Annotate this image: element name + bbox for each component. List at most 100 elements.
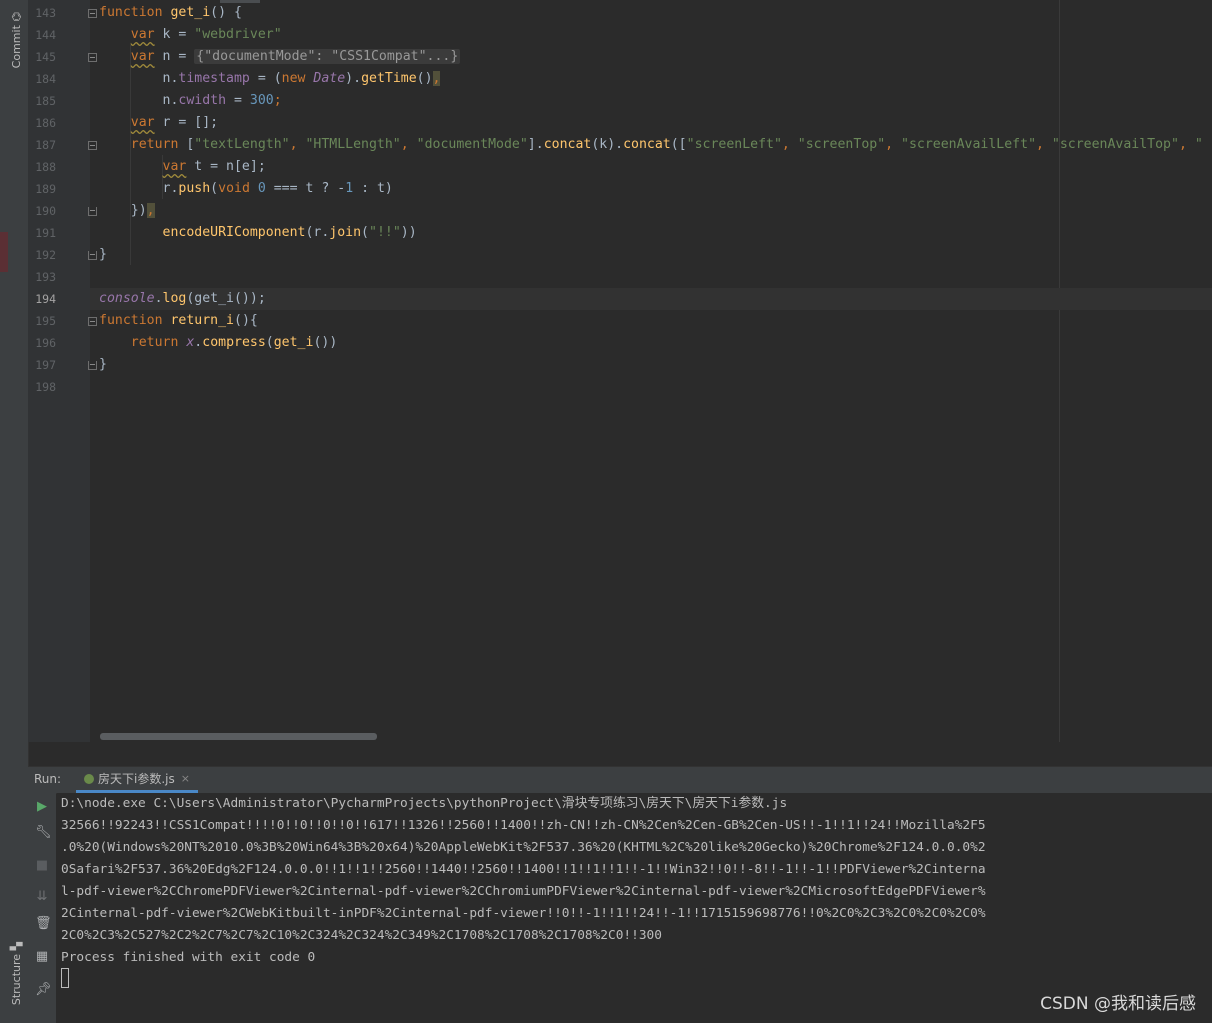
- layout-icon[interactable]: ▦: [35, 950, 49, 964]
- code-token: var: [130, 49, 155, 64]
- code-token: "screenLeft": [686, 137, 782, 152]
- console-line: 0Safari%2F537.36%20Edg%2F124.0.0.0!!1!!1…: [61, 862, 986, 877]
- console-line: D:\node.exe C:\Users\Administrator\Pycha…: [61, 796, 788, 811]
- code-token: ()): [313, 335, 338, 350]
- line-number: 186: [35, 116, 56, 130]
- left-edge-strip: [0, 0, 8, 1023]
- code-token: }: [99, 247, 107, 262]
- code-token: Date: [313, 71, 346, 86]
- code-line[interactable]: console.log(get_i());: [90, 288, 1212, 310]
- code-line[interactable]: n.timestamp = (new Date).getTime(),: [90, 68, 1212, 90]
- code-line[interactable]: n.cwidth = 300;: [90, 90, 1212, 112]
- code-token: console: [99, 291, 155, 306]
- code-token: {"documentMode": "CSS1Compat"...}: [194, 49, 461, 64]
- code-token: function: [99, 5, 171, 20]
- code-token: "HTMLLength": [305, 137, 401, 152]
- code-line[interactable]: [90, 376, 1212, 398]
- fold-marker-icon[interactable]: [88, 9, 97, 18]
- commit-tab[interactable]: Commit ⌬: [10, 12, 23, 68]
- trash-icon[interactable]: 🗑︎: [35, 917, 52, 931]
- code-line[interactable]: var n = {"documentMode": "CSS1Compat"...…: [90, 46, 1212, 68]
- code-editor[interactable]: function get_i() { var k = "webdriver" v…: [90, 0, 1212, 742]
- code-token: = (: [249, 71, 282, 86]
- fold-marker-icon[interactable]: [88, 141, 97, 150]
- code-token: ].: [527, 137, 544, 152]
- code-token: (r.: [305, 225, 330, 240]
- fold-marker-icon[interactable]: [88, 361, 97, 370]
- code-line[interactable]: }),: [90, 200, 1212, 222]
- code-token: concat: [623, 137, 671, 152]
- fold-marker-icon[interactable]: [88, 207, 97, 216]
- code-token: compress: [202, 335, 266, 350]
- commit-tab-label: Commit: [10, 25, 23, 69]
- code-token: ": [1194, 137, 1203, 152]
- watermark: CSDN @我和读后感: [1040, 994, 1196, 1014]
- code-token: "documentMode": [416, 137, 528, 152]
- code-line[interactable]: function get_i() {: [90, 2, 1212, 24]
- structure-tab[interactable]: Structure ▚: [10, 942, 23, 1005]
- fold-marker-icon[interactable]: [88, 251, 97, 260]
- code-token: concat: [543, 137, 592, 152]
- console-line: .0%20(Windows%20NT%2010.0%3B%20Win64%3B%…: [61, 840, 986, 855]
- line-number: 194: [35, 292, 56, 306]
- code-line[interactable]: encodeURIComponent(r.join("!!")): [90, 222, 1212, 244]
- code-token: )): [400, 225, 417, 240]
- line-number: 145: [35, 50, 56, 64]
- code-token: ,: [781, 137, 798, 152]
- code-token: var: [162, 159, 187, 174]
- fold-marker-icon[interactable]: [88, 53, 97, 62]
- code-token: return: [130, 335, 187, 350]
- scroll-to-end-icon[interactable]: ⇊: [35, 890, 49, 904]
- code-token: (): [416, 71, 433, 86]
- code-token: () {: [210, 5, 242, 20]
- code-token: === t ? -: [265, 181, 346, 196]
- line-number: 185: [35, 94, 56, 108]
- line-number: 193: [35, 270, 56, 284]
- code-token: log: [162, 291, 187, 306]
- console-line: Process finished with exit code 0: [61, 950, 316, 965]
- rerun-icon[interactable]: ▶: [35, 800, 49, 814]
- wrench-icon[interactable]: 🔧︎: [35, 826, 52, 840]
- fold-marker-icon[interactable]: [88, 317, 97, 326]
- code-line[interactable]: var k = "webdriver": [90, 24, 1212, 46]
- line-number: 184: [35, 72, 56, 86]
- code-line[interactable]: }: [90, 244, 1212, 266]
- code-line[interactable]: var t = n[e];: [90, 156, 1212, 178]
- run-console[interactable]: D:\node.exe C:\Users\Administrator\Pycha…: [57, 793, 1212, 1023]
- line-number: 188: [35, 160, 56, 174]
- code-token: ,: [289, 137, 306, 152]
- code-token: "screenAvailLeft": [901, 137, 1037, 152]
- run-toolbar: ▶ 🔧︎ ■ ⇊ 🗑︎ ▦ 📌︎: [28, 793, 56, 1023]
- console-line: 32566!!92243!!CSS1Compat!!!!0!!0!!0!!0!!…: [61, 818, 986, 833]
- structure-icon: ▚: [10, 942, 23, 951]
- code-token: ,: [146, 203, 155, 218]
- code-token: ,: [1178, 137, 1195, 152]
- run-tab[interactable]: 房天下i参数.js ×: [76, 767, 198, 793]
- close-icon[interactable]: ×: [181, 772, 190, 785]
- line-number: 190: [35, 204, 56, 218]
- line-number: 144: [35, 28, 56, 42]
- code-token: (k).: [591, 137, 624, 152]
- stop-icon[interactable]: ■: [35, 859, 49, 873]
- code-line[interactable]: function return_i(){: [90, 310, 1212, 332]
- console-line: 2C0%2C3%2C527%2C2%2C7%2C7%2C10%2C324%2C3…: [61, 928, 662, 943]
- code-token: =: [226, 93, 250, 108]
- run-tab-label: 房天下i参数.js: [98, 772, 175, 786]
- code-line[interactable]: return x.compress(get_i()): [90, 332, 1212, 354]
- code-token: var: [130, 115, 155, 130]
- pin-icon[interactable]: 📌︎: [35, 983, 52, 997]
- code-line[interactable]: }: [90, 354, 1212, 376]
- code-token: r.: [99, 181, 179, 196]
- horizontal-scrollbar[interactable]: [100, 733, 377, 740]
- code-token: ).: [345, 71, 362, 86]
- code-line[interactable]: r.push(void 0 === t ? -1 : t): [90, 178, 1212, 200]
- code-line[interactable]: var r = [];: [90, 112, 1212, 134]
- code-token: ([: [670, 137, 687, 152]
- code-line[interactable]: [90, 266, 1212, 288]
- code-line[interactable]: return ["textLength", "HTMLLength", "doc…: [90, 134, 1212, 156]
- code-token: new: [281, 71, 314, 86]
